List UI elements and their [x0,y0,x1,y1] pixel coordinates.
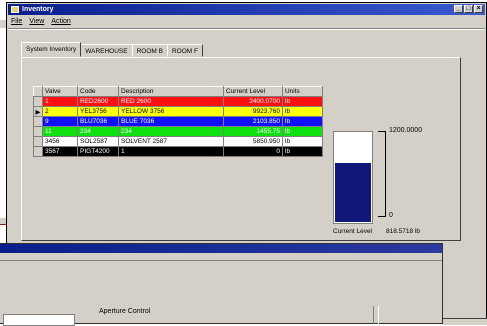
level-gauge-fill [335,163,371,222]
aperture-control-label: Aperture Control [99,308,151,315]
column-header-current-level[interactable]: Current Level [223,86,283,97]
aperture-window-titlebar[interactable] [0,244,442,253]
menu-file[interactable]: File [11,16,22,27]
menu-action[interactable]: Action [51,16,70,27]
cell-current-level: 5850.950 [223,136,283,147]
cell-valve: 2 [42,106,78,117]
cell-code: BLU7036 [77,116,119,127]
minimize-button[interactable]: _ [454,5,463,13]
row-selector[interactable] [33,116,43,127]
table-row[interactable]: ▶ 2 YEL3756 YELLOW 3756 9923.760 lb [33,106,323,117]
gauge-min-label: 0 [389,212,393,219]
tab-room-b[interactable]: ROOM B [131,44,168,57]
cell-code: SOL2587 [77,136,119,147]
cell-code: PIGT4200 [77,146,119,157]
gauge-max-tick [378,131,386,132]
row-selector-header [33,86,43,97]
cell-description: 1 [118,146,224,157]
column-header-valve[interactable]: Valve [42,86,78,97]
cell-description: SOLVENT 2587 [118,136,224,147]
cell-units: lb [282,106,323,117]
column-header-units[interactable]: Units [282,86,323,97]
window-title: Inventory [22,6,54,13]
cell-units: lb [282,146,323,157]
cell-units: lb [282,96,323,107]
gauge-min-tick [378,216,386,217]
cell-code: 234 [77,126,119,137]
cell-code: YEL3756 [77,106,119,117]
cell-current-level: 9923.760 [223,106,283,117]
table-row[interactable]: 9 BLU7036 BLUE 7036 2103.850 lb [33,116,323,127]
inventory-grid: Valve Code Description Current Level Uni… [33,86,323,157]
cell-code: RED2600 [77,96,119,107]
cell-current-level: 2400.0700 [223,96,283,107]
cell-valve: 3567 [42,146,78,157]
cell-description: BLUE 7036 [118,116,224,127]
row-selector[interactable] [33,126,43,137]
cell-units: lb [282,136,323,147]
gauge-max-label: 1200.0000 [389,127,423,134]
level-gauge [333,131,373,224]
cell-units: lb [282,116,323,127]
row-selector[interactable] [33,146,43,157]
aperture-slider-track[interactable] [373,306,379,324]
table-row[interactable]: 3567 PIGT4200 1 0 lb [33,146,323,157]
row-selector[interactable] [33,136,43,147]
menu-bar: File View Action [11,16,71,27]
app-icon [11,6,19,13]
aperture-window: Aperture Control [0,243,443,326]
column-header-code[interactable]: Code [77,86,119,97]
tab-strip: System Inventory WAREHOUSE ROOM B ROOM F [21,42,203,57]
cell-units: lb [282,126,323,137]
close-button[interactable]: × [474,5,483,13]
gauge-scale-line [385,131,386,217]
cell-valve: 3456 [42,136,78,147]
grid-header-row: Valve Code Description Current Level Uni… [33,86,323,97]
cell-description: YELLOW 3756 [118,106,224,117]
cell-description: 234 [118,126,224,137]
cell-valve: 11 [42,126,78,137]
cell-description: RED 2600 [118,96,224,107]
table-row[interactable]: 3456 SOL2587 SOLVENT 2587 5850.950 lb [33,136,323,147]
tab-warehouse[interactable]: WAREHOUSE [80,44,133,57]
cell-current-level: 0 [223,146,283,157]
row-selector-arrow-icon[interactable]: ▶ [33,106,43,117]
tab-system-inventory[interactable]: System Inventory [21,42,82,57]
aperture-window-divider [0,260,442,261]
cell-valve: 9 [42,116,78,127]
tab-room-f[interactable]: ROOM F [166,44,203,57]
current-level-caption: Current Level [333,228,373,235]
current-level-value: 818.5718 lb [386,228,420,235]
table-row[interactable]: 11 234 234 1455.75 lb [33,126,323,137]
maximize-button[interactable]: □ [464,5,473,13]
title-bar[interactable]: Inventory _ □ × [8,4,485,15]
table-row[interactable]: 1 RED2600 RED 2600 2400.0700 lb [33,96,323,107]
toolbar-separator [8,28,485,30]
column-header-description[interactable]: Description [118,86,224,97]
menu-view[interactable]: View [29,16,44,27]
cell-current-level: 1455.75 [223,126,283,137]
row-selector[interactable] [33,96,43,107]
aperture-left-field[interactable] [3,314,75,326]
cell-valve: 1 [42,96,78,107]
cell-current-level: 2103.850 [223,116,283,127]
